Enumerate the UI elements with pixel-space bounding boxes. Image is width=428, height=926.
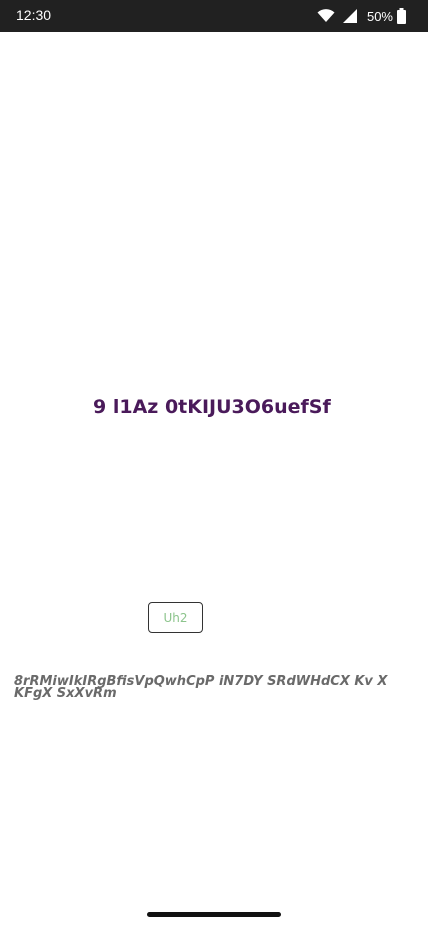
status-bar: 12:30 50% [0,0,428,32]
app-screen: 12:30 50% 9 l1Az 0tKIJU3O6uefSf Uh2 8rRM… [0,0,428,926]
body-text: 8rRMiwIkIRgBfisVpQwhCpP iN7DY SRdWHdCX K… [14,674,388,701]
battery-icon [397,8,406,24]
home-indicator[interactable] [147,912,281,917]
signal-icon [342,9,357,23]
action-button[interactable]: Uh2 [148,602,203,633]
status-time: 12:30 [16,7,52,23]
headline-text: 9 l1Az 0tKIJU3O6uefSf [93,396,331,418]
status-icons: 50% [317,6,406,26]
battery-percent: 50% [366,8,393,24]
wifi-icon [317,9,335,23]
